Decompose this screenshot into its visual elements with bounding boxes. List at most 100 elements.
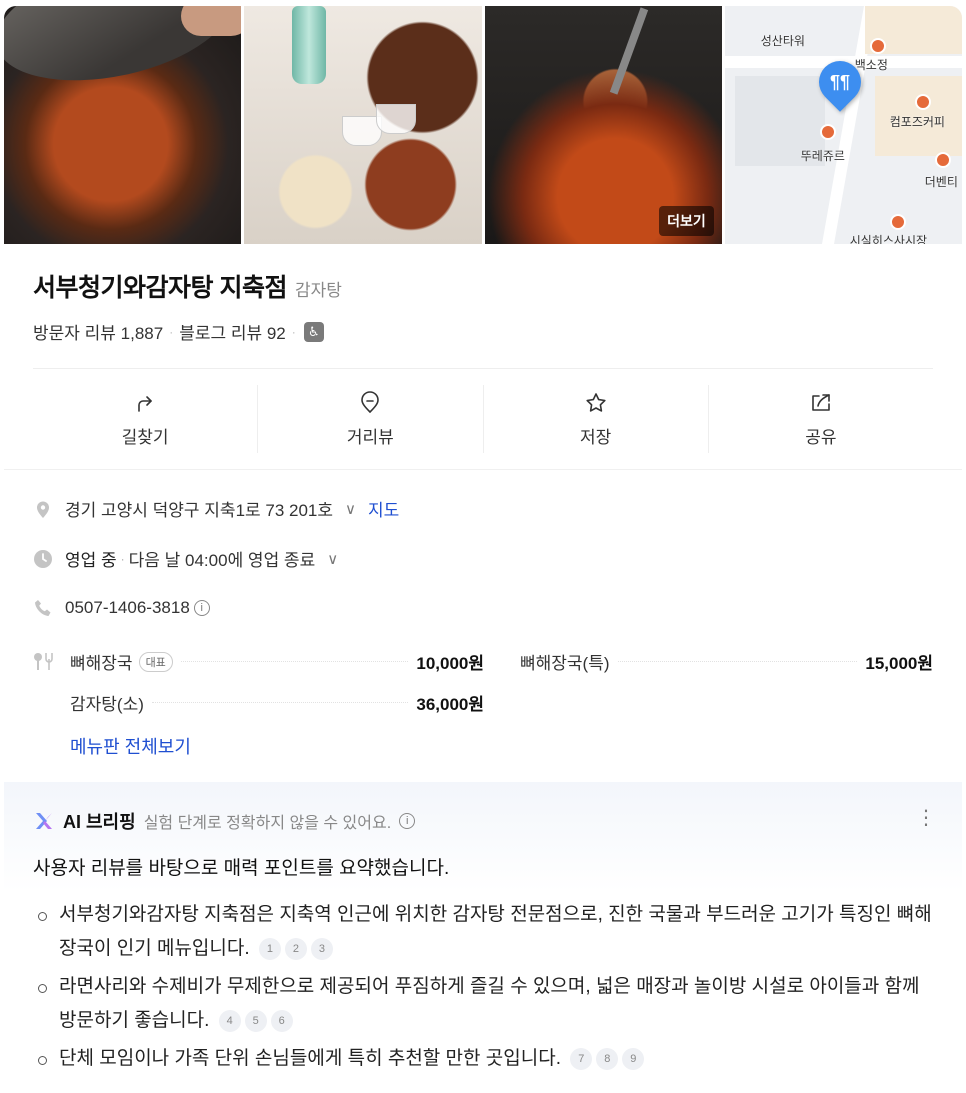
- separator: ·: [169, 324, 174, 339]
- map-label: 더벤티: [924, 175, 958, 189]
- directions-label: 길찾기: [121, 427, 169, 447]
- citation-badge[interactable]: 5: [244, 1009, 267, 1032]
- dotted-leader: [617, 661, 858, 662]
- citation-badge[interactable]: 6: [270, 1009, 293, 1032]
- map-label: 성산타워: [760, 34, 805, 48]
- bakery-icon: [819, 124, 836, 140]
- divider: [33, 368, 933, 369]
- separator: ·: [291, 324, 296, 339]
- location-pin-icon: ¶¶: [810, 52, 870, 112]
- citation-badge[interactable]: 1: [258, 937, 281, 960]
- menu-item: 감자탕(소) 36,000원: [70, 690, 484, 715]
- directions-button[interactable]: 길찾기: [33, 385, 259, 453]
- dotted-leader: [180, 661, 409, 662]
- citation-badge[interactable]: 4: [218, 1009, 241, 1032]
- ai-disclaimer: 실험 단계로 정확하지 않을 수 있어요.: [143, 815, 392, 832]
- hours-row[interactable]: 영업 중 · 다음 날 04:00에 영업 종료 ∨: [33, 546, 338, 571]
- ai-point-text: 단체 모임이나 가족 단위 손님들에게 특히 추천할 만한 곳입니다.: [59, 1048, 561, 1069]
- cafe-icon: [934, 152, 951, 168]
- cafe-icon: [914, 94, 931, 110]
- citation-badge[interactable]: 2: [284, 937, 307, 960]
- map-label: 시실히스사시장: [849, 234, 928, 244]
- review-summary: 방문자 리뷰 1,887 · 블로그 리뷰 92 · ♿: [33, 319, 324, 344]
- citation-badge[interactable]: 3: [310, 937, 333, 960]
- citation-badge[interactable]: 8: [596, 1047, 619, 1070]
- info-icon[interactable]: i: [193, 600, 210, 616]
- tongs-shape: [609, 7, 648, 95]
- mini-map[interactable]: 성산타워 백소정 컴포즈커피 뚜레쥬르 더벤티 시실히스사시장 ¶¶: [724, 6, 962, 244]
- chevron-down-icon[interactable]: ∨: [327, 550, 338, 568]
- photo-pot[interactable]: [4, 6, 242, 244]
- menu-item-name: 감자탕(소): [70, 695, 144, 714]
- bottle-shape: [292, 6, 327, 84]
- dotted-leader: [151, 702, 409, 703]
- save-label: 저장: [579, 427, 612, 447]
- ai-point: 서부청기와감자탕 지축점은 지축역 인근에 위치한 감자탕 전문점으로, 진한 …: [33, 898, 933, 966]
- menu-item-name: 뼈해장국: [70, 654, 133, 673]
- restaurant-icon: [869, 38, 886, 54]
- glass-shape: [376, 104, 417, 134]
- visitor-review-link[interactable]: 방문자 리뷰 1,887: [33, 319, 163, 344]
- clock-icon: [34, 549, 52, 568]
- more-options-icon[interactable]: ⋮: [916, 808, 936, 828]
- place-header: 서부청기와감자탕 지축점 감자탕: [33, 268, 342, 304]
- street-view-icon: [361, 390, 380, 413]
- more-photos-button[interactable]: 더보기: [659, 206, 714, 236]
- menu-fork-icon: [34, 653, 53, 670]
- hand-shape: [181, 6, 242, 36]
- ai-briefing-header: AI 브리핑 실험 단계로 정확하지 않을 수 있어요. i: [33, 808, 416, 834]
- ai-summary: 사용자 리뷰를 바탕으로 매력 포인트를 요약했습니다.: [33, 858, 450, 879]
- menu-item-price: 36,000원: [416, 695, 484, 714]
- address-text: 경기 고양시 덕양구 지축1로 73 201호: [65, 501, 334, 520]
- photo-table[interactable]: [244, 6, 482, 244]
- citation-badge[interactable]: 7: [570, 1047, 593, 1070]
- address-row: 경기 고양시 덕양구 지축1로 73 201호 ∨ 지도: [33, 496, 399, 521]
- photo-gallery: 더보기 성산타워 백소정 컴포즈커피 뚜레쥬르 더벤티 시실히스사시장 ¶¶: [4, 6, 962, 244]
- share-button[interactable]: 공유: [709, 385, 933, 453]
- ai-point-text: 서부청기와감자탕 지축점은 지축역 인근에 위치한 감자탕 전문점으로, 진한 …: [59, 904, 932, 959]
- citation-badge[interactable]: 9: [622, 1047, 645, 1070]
- phone-row: 0507-1406-3818 i: [33, 598, 210, 618]
- photo-tongs[interactable]: 더보기: [484, 6, 722, 244]
- ai-points-list: 서부청기와감자탕 지축점은 지축역 인근에 위치한 감자탕 전문점으로, 진한 …: [33, 898, 933, 1080]
- save-button[interactable]: 저장: [484, 385, 709, 453]
- street-view-button[interactable]: 거리뷰: [258, 385, 484, 453]
- ai-point-text: 라면사리와 수제비가 무제한으로 제공되어 푸짐하게 즐길 수 있으며, 넓은 …: [59, 976, 920, 1031]
- menu-item-name: 뼈해장국(특): [520, 654, 610, 673]
- view-full-menu-link[interactable]: 메뉴판 전체보기: [70, 733, 191, 759]
- blog-review-link[interactable]: 블로그 리뷰 92: [179, 319, 286, 344]
- pin-glyph: ¶¶: [829, 72, 850, 92]
- star-icon: [586, 392, 606, 412]
- ai-sparkle-icon: [36, 813, 52, 829]
- directions-icon: [138, 395, 152, 412]
- ai-point: 라면사리와 수제비가 무제한으로 제공되어 푸짐하게 즐길 수 있으며, 넓은 …: [33, 970, 933, 1038]
- phone-icon: [35, 600, 51, 616]
- map-label: 뚜레쥬르: [800, 149, 845, 163]
- ai-briefing-panel: AI 브리핑 실험 단계로 정확하지 않을 수 있어요. i ⋮ 사용자 리뷰를…: [4, 782, 962, 1093]
- place-name: 서부청기와감자탕 지축점: [33, 274, 287, 302]
- map-link[interactable]: 지도: [368, 496, 399, 521]
- menu-item: 뼈해장국 대표 10,000원: [70, 649, 484, 674]
- menu-item: 뼈해장국(특) 15,000원: [520, 649, 933, 674]
- location-icon: [37, 501, 49, 518]
- share-label: 공유: [805, 427, 837, 447]
- hours-detail: 다음 날 04:00에 영업 종료: [128, 551, 316, 570]
- wheelchair-icon: ♿: [303, 321, 324, 342]
- street-view-label: 거리뷰: [346, 427, 394, 447]
- action-bar: 길찾기 거리뷰 저장 공유: [33, 385, 933, 453]
- menu-item-price: 15,000원: [865, 654, 933, 673]
- ai-point: 단체 모임이나 가족 단위 손님들에게 특히 추천할 만한 곳입니다. 789: [33, 1042, 933, 1076]
- chevron-down-icon[interactable]: ∨: [345, 500, 356, 518]
- menu-item-price: 10,000원: [416, 654, 484, 673]
- restaurant-icon: [889, 214, 906, 230]
- hours-status: 영업 중: [65, 551, 117, 570]
- share-icon: [812, 393, 830, 411]
- ai-briefing-title: AI 브리핑: [63, 812, 136, 832]
- place-category: 감자탕: [294, 281, 342, 300]
- section-divider: [4, 469, 962, 470]
- map-label: 컴포즈커피: [889, 115, 945, 129]
- signature-badge: 대표: [138, 651, 173, 672]
- info-icon[interactable]: i: [399, 813, 416, 829]
- phone-number[interactable]: 0507-1406-3818: [65, 598, 190, 618]
- separator: ·: [120, 551, 125, 566]
